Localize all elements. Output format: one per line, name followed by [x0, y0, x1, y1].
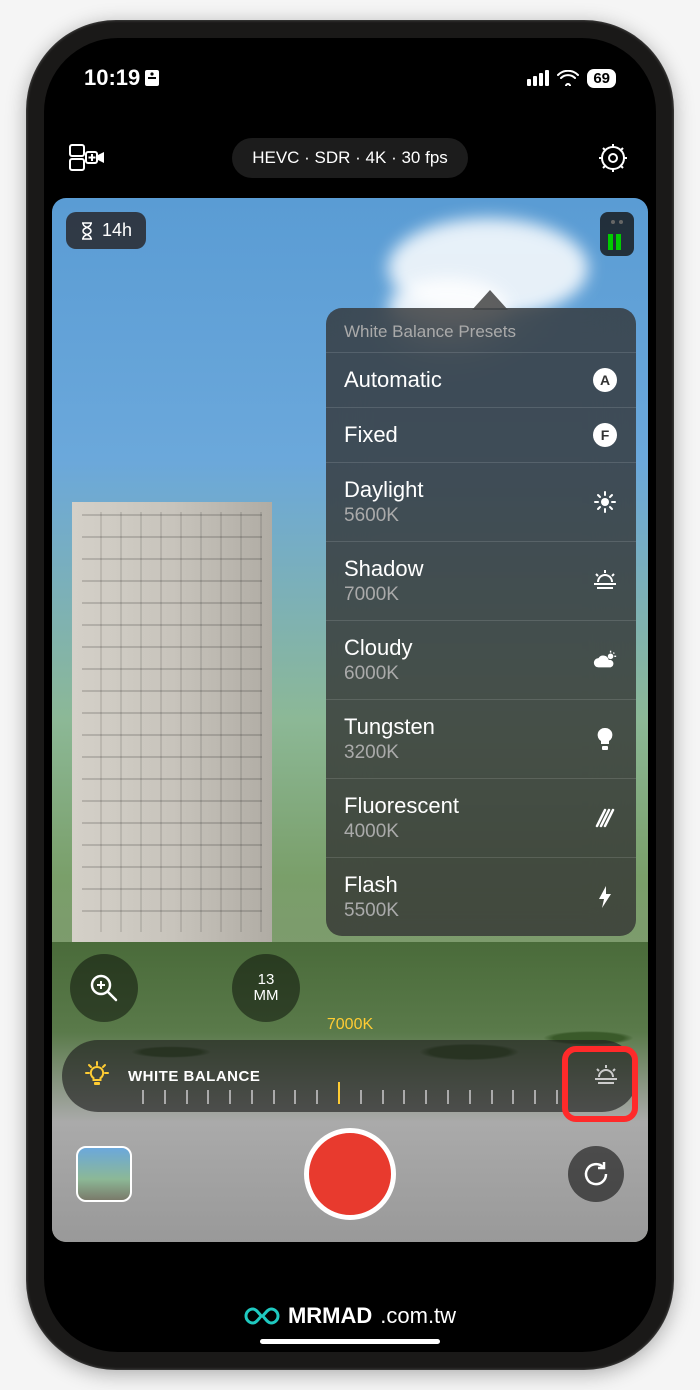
bottom-controls: [52, 1124, 648, 1224]
gallery-thumbnail[interactable]: [76, 1146, 132, 1202]
status-time: 10:19: [84, 65, 160, 91]
preset-fluorescent[interactable]: Fluorescent4000K: [326, 778, 636, 857]
clock-text: 10:19: [84, 65, 140, 91]
preset-cloudy[interactable]: Cloudy6000K: [326, 620, 636, 699]
magnify-plus-icon: [88, 972, 120, 1004]
wb-slider-ticks[interactable]: [142, 1080, 558, 1104]
zoom-button[interactable]: [70, 954, 138, 1022]
bulb-icon: [592, 726, 618, 752]
preset-label: Daylight: [344, 477, 423, 503]
watermark-thin: .com.tw: [380, 1303, 456, 1329]
preset-daylight[interactable]: Daylight5600K: [326, 462, 636, 541]
preset-sub: 3200K: [344, 742, 435, 764]
preset-label: Flash: [344, 872, 399, 898]
watermark: MRMAD .com.tw: [44, 1303, 656, 1332]
wb-presets-menu: White Balance Presets Automatic A Fixed …: [326, 308, 636, 936]
infinity-icon: [244, 1305, 280, 1327]
wb-value-text: 7000K: [327, 1016, 373, 1034]
preset-sub: 5600K: [344, 505, 423, 527]
flash-icon: [592, 884, 618, 910]
viewfinder[interactable]: 14h White Balance Presets Automatic A Fi…: [52, 198, 648, 1242]
settings-button[interactable]: [594, 139, 632, 177]
preset-fixed[interactable]: Fixed F: [326, 407, 636, 462]
fixed-badge-icon: F: [593, 423, 617, 447]
preset-label: Fixed: [344, 422, 398, 448]
format-text: HEVC · SDR · 4K · 30 fps: [252, 148, 448, 167]
preset-tungsten[interactable]: Tungsten3200K: [326, 699, 636, 778]
refresh-icon: [581, 1159, 611, 1189]
home-indicator[interactable]: [260, 1339, 440, 1344]
focal-number: 13: [258, 972, 275, 989]
preset-flash[interactable]: Flash5500K: [326, 857, 636, 936]
preset-label: Tungsten: [344, 714, 435, 740]
preset-label: Cloudy: [344, 635, 412, 661]
bulb-glow-icon: [82, 1061, 112, 1091]
white-balance-bar[interactable]: 7000K WHITE BALANCE: [62, 1040, 638, 1112]
format-pill[interactable]: HEVC · SDR · 4K · 30 fps: [232, 138, 468, 178]
preset-sub: 6000K: [344, 663, 412, 685]
battery-icon: 69: [587, 69, 616, 88]
preset-label: Automatic: [344, 367, 442, 393]
gear-icon: [597, 142, 629, 174]
preset-sub: 5500K: [344, 900, 399, 922]
flip-camera-button[interactable]: [568, 1146, 624, 1202]
audio-level-badge[interactable]: [600, 212, 634, 256]
preset-shadow[interactable]: Shadow7000K: [326, 541, 636, 620]
cloud-icon: [592, 647, 618, 673]
watermark-bold: MRMAD: [288, 1303, 372, 1329]
mic-icon: [608, 218, 626, 230]
phone-frame: 10:19 69 HEVC · SDR · 4K · 30 fps: [26, 20, 674, 1370]
sunrise-icon: [592, 568, 618, 594]
decorative-building: [72, 502, 272, 942]
cellular-icon: [527, 70, 549, 86]
hourglass-icon: [80, 222, 94, 240]
record-button[interactable]: [304, 1128, 396, 1220]
preset-label: Fluorescent: [344, 793, 459, 819]
fluorescent-icon: [592, 805, 618, 831]
preset-sub: 4000K: [344, 821, 459, 843]
id-card-icon: [144, 69, 160, 87]
wifi-icon: [557, 70, 579, 86]
dynamic-island: [265, 60, 435, 104]
recording-time-badge[interactable]: 14h: [66, 212, 146, 249]
multicam-button[interactable]: [68, 139, 106, 177]
menu-title: White Balance Presets: [326, 308, 636, 352]
phone-screen: 10:19 69 HEVC · SDR · 4K · 30 fps: [44, 38, 656, 1352]
app-top-bar: HEVC · SDR · 4K · 30 fps: [44, 128, 656, 188]
battery-percent: 69: [593, 70, 610, 87]
level-bars: [608, 234, 626, 250]
auto-badge-icon: A: [593, 368, 617, 392]
menu-arrow: [472, 290, 508, 310]
multicam-icon: [69, 144, 105, 172]
preset-automatic[interactable]: Automatic A: [326, 352, 636, 407]
preset-label: Shadow: [344, 556, 424, 582]
status-right: 69: [527, 69, 616, 88]
time-remaining-text: 14h: [102, 220, 132, 241]
annotation-highlight: [562, 1046, 638, 1122]
sun-icon: [592, 489, 618, 515]
preset-sub: 7000K: [344, 584, 424, 606]
focal-unit: MM: [254, 988, 279, 1005]
focal-length-button[interactable]: 13 MM: [232, 954, 300, 1022]
